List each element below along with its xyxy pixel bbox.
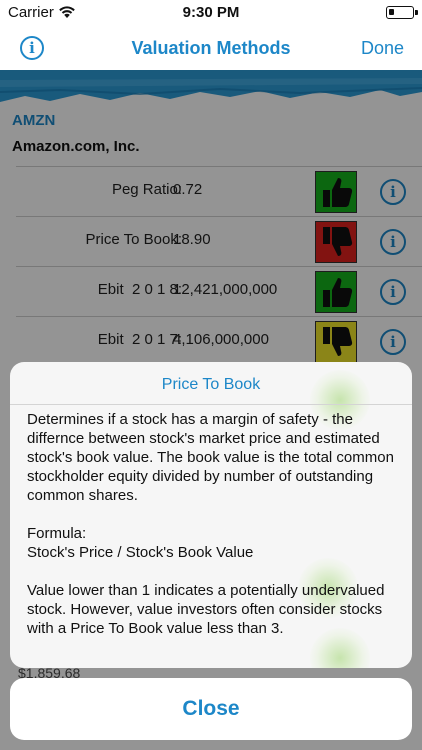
- formula-label: Formula:: [27, 525, 87, 542]
- modal-paragraph: Value lower than 1 indicates a potential…: [27, 582, 385, 637]
- modal-formula: Formula: Stock's Price / Stock's Book Val…: [27, 524, 397, 562]
- battery-icon: [386, 6, 418, 19]
- navigation-bar: i Valuation Methods Done: [0, 26, 422, 70]
- status-time: 9:30 PM: [182, 4, 240, 21]
- info-modal: Price To Book Determines if a stock has …: [10, 362, 412, 668]
- page-title: Valuation Methods: [131, 38, 291, 58]
- formula-text: Stock's Price / Stock's Book Value: [27, 544, 254, 561]
- status-bar: Carrier 9:30 PM: [0, 0, 422, 26]
- modal-divider: [10, 404, 412, 405]
- modal-paragraph: Determines if a stock has a margin of sa…: [27, 411, 394, 504]
- close-button[interactable]: Close: [10, 678, 412, 740]
- done-button[interactable]: Done: [361, 38, 404, 59]
- modal-body: Determines if a stock has a margin of sa…: [27, 410, 397, 657]
- modal-title: Price To Book: [161, 376, 261, 393]
